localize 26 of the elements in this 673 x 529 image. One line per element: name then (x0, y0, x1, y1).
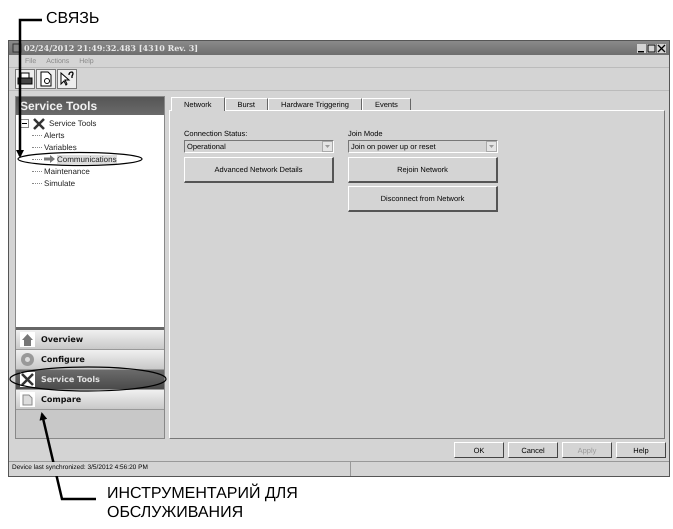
callout-label: ИНСТРУМЕНТАРИЙ ДЛЯ ОБСЛУЖИВАНИЯ (107, 484, 299, 522)
nav-button[interactable]: Overview (16, 330, 164, 350)
document-icon[interactable] (36, 69, 56, 89)
tree-item[interactable]: Simulate (44, 178, 76, 188)
nav-button[interactable]: Configure (16, 350, 164, 370)
minimize-icon[interactable] (637, 44, 646, 52)
tree-item[interactable]: Variables (44, 142, 77, 152)
tree-item[interactable]: Maintenance (44, 166, 90, 176)
help-pointer-icon[interactable] (57, 69, 77, 89)
document-icon (20, 392, 35, 407)
callout-label: СВЯЗЬ (46, 10, 100, 28)
tools-icon (20, 372, 35, 387)
panel-header: Service Tools (16, 97, 164, 115)
nav-button[interactable]: Service Tools (16, 370, 164, 390)
tree-item[interactable]: Communications (57, 154, 117, 164)
nav-button[interactable]: Compare (16, 390, 164, 410)
close-icon[interactable] (657, 44, 666, 52)
maximize-icon[interactable] (647, 44, 656, 52)
gear-icon (20, 352, 35, 367)
arrow-icon (44, 155, 55, 163)
house-icon (20, 332, 35, 347)
window-title: 02/24/2012 21:49:32.483 [4310 Rev. 3] (24, 43, 200, 53)
collapse-icon[interactable] (20, 119, 29, 128)
tree-item[interactable]: Service Tools (49, 119, 96, 128)
tools-icon (32, 116, 46, 130)
tree-item[interactable]: Alerts (44, 130, 64, 140)
